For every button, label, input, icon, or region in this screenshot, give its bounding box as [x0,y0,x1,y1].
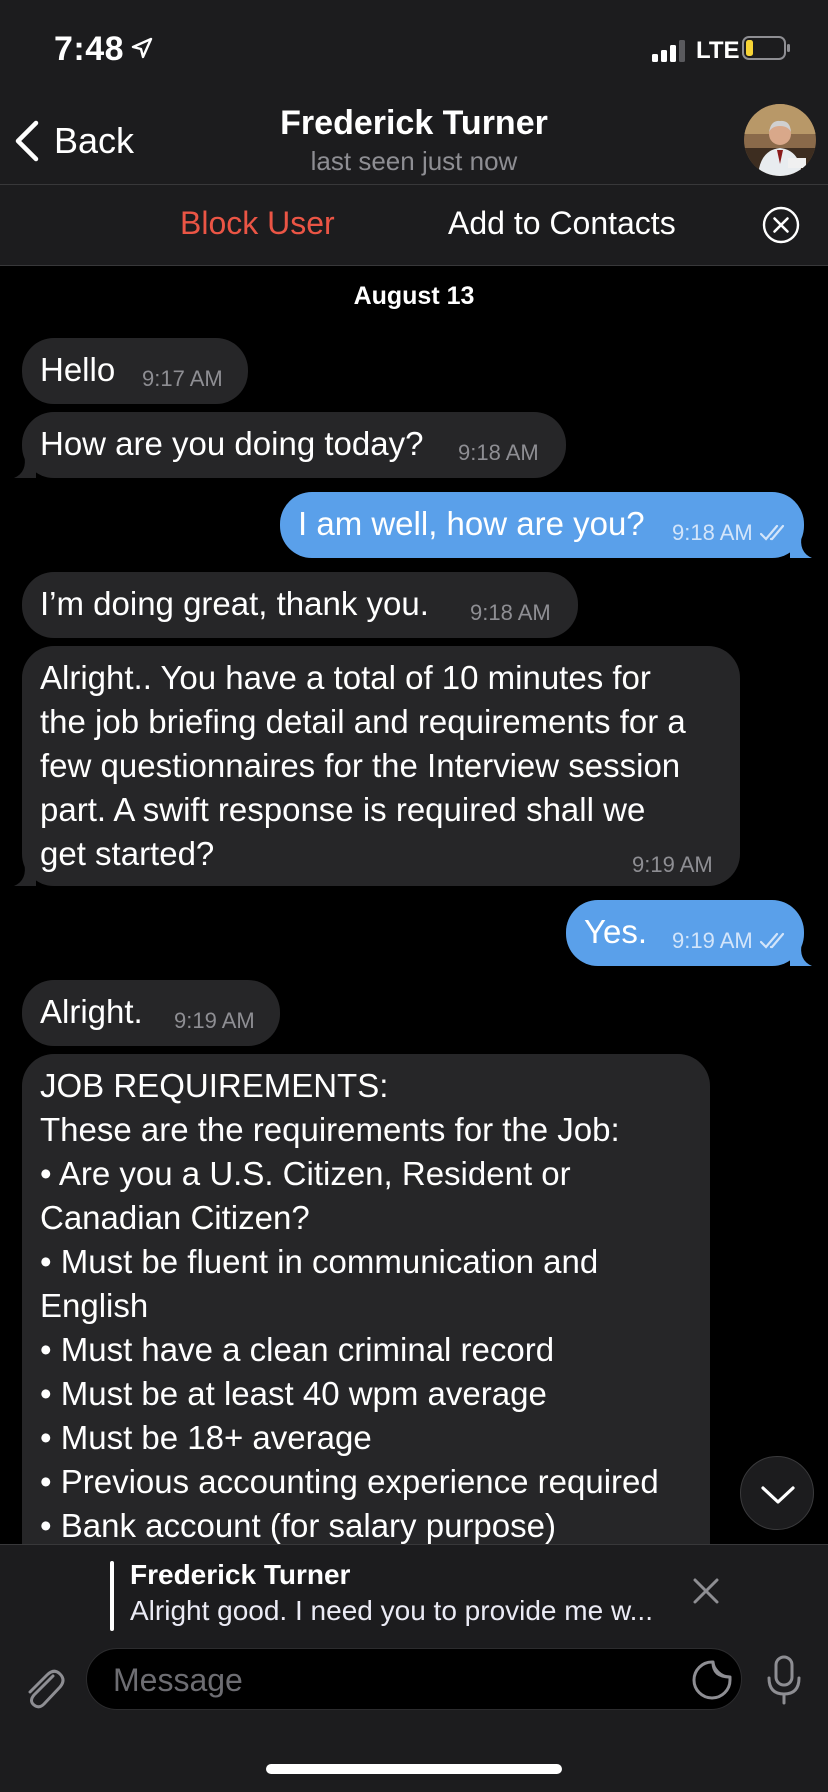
action-bar: Block User Add to Contacts [0,185,828,266]
bubble-tail [14,454,36,478]
message-text: I am well, how are you? [298,505,645,542]
reply-sender-name: Frederick Turner [130,1559,351,1590]
message-text: JOB REQUIREMENTS: These are the requirem… [40,1064,659,1548]
message-line: part. A swift response is required shall… [40,791,646,828]
message-bubble-incoming[interactable]: I’m doing great, thank you. 9:18 AM [22,572,578,638]
message-line: Alright.. You have a total of 10 minutes… [40,659,651,696]
message-line: English [40,1287,149,1324]
message-line: few questionnaires for the Interview ses… [40,747,681,784]
home-indicator[interactable] [266,1764,562,1774]
last-seen-status: last seen just now [310,146,518,176]
message-time: 9:18 AM [672,520,753,545]
reply-preview-panel: Frederick Turner Alright good. I need yo… [0,1544,828,1649]
status-time: 7:48 [54,30,125,68]
message-line: • Previous accounting experience require… [40,1463,659,1500]
status-bar: 7:48 LTE [0,0,828,96]
message-line: • Must be fluent in communication and [40,1243,599,1280]
reply-accent-line [110,1561,114,1631]
message-bubble-incoming[interactable]: Hello 9:17 AM [22,338,248,404]
message-text: I’m doing great, thank you. [40,585,429,622]
location-arrow-icon [131,37,153,59]
message-text: Alright.. You have a total of 10 minutes… [40,656,686,876]
message-line: • Are you a U.S. Citizen, Resident or [40,1155,571,1192]
message-line: • Must be 18+ average [40,1419,372,1456]
message-field[interactable] [86,1648,742,1710]
message-bubble-incoming[interactable]: How are you doing today? 9:18 AM [14,412,566,478]
message-time: 9:18 AM [470,600,551,625]
date-separator: August 13 [353,282,475,310]
paperclip-icon[interactable] [20,1662,66,1712]
close-icon[interactable] [690,1575,722,1607]
message-line: • Must have a clean criminal record [40,1331,555,1368]
close-circle-icon[interactable] [762,206,800,244]
avatar[interactable] [744,104,816,176]
read-checkmarks-icon [760,524,785,541]
add-to-contacts-button[interactable]: Add to Contacts [448,205,676,242]
message-bubble-outgoing[interactable]: I am well, how are you? 9:18 AM [280,492,812,558]
message-time: 9:17 AM [142,366,223,391]
message-time: 9:19 AM [632,852,713,877]
contact-name[interactable]: Frederick Turner [0,104,828,143]
message-bubble-outgoing[interactable]: Yes. 9:19 AM [566,900,812,966]
message-line: JOB REQUIREMENTS: [40,1067,389,1104]
block-user-button[interactable]: Block User [180,205,335,242]
message-time: 9:19 AM [672,928,753,953]
message-text: Yes. [584,913,648,950]
chevron-down-icon [761,1486,795,1504]
message-text: Alright. [40,993,143,1030]
bubble-tail [14,862,36,886]
message-line: These are the requirements for the Job: [40,1111,620,1148]
message-line: Canadian Citizen? [40,1199,310,1236]
battery-icon [742,36,790,60]
avatar-photo [744,104,816,176]
reply-snippet: Alright good. I need you to provide me w… [130,1595,653,1626]
message-line: • Must be at least 40 wpm average [40,1375,547,1412]
bubble-tail [790,534,812,558]
message-bubble-incoming[interactable]: JOB REQUIREMENTS: These are the requirem… [22,1054,710,1594]
message-line: get started? [40,835,215,872]
message-text: How are you doing today? [40,425,424,462]
read-checkmarks-icon [760,932,785,949]
message-line: • Bank account (for salary purpose) [40,1507,556,1544]
message-bubble-incoming[interactable]: Alright.. You have a total of 10 minutes… [14,646,740,886]
message-time: 9:18 AM [458,440,539,465]
message-line: the job briefing detail and requirements… [40,703,686,740]
message-input[interactable] [111,1659,675,1701]
scroll-to-bottom-button[interactable] [740,1456,814,1530]
microphone-icon[interactable] [764,1654,804,1706]
message-composer [0,1648,828,1792]
chat-header: Back Frederick Turner last seen just now [0,96,828,185]
message-time: 9:19 AM [174,1008,255,1033]
sticker-icon[interactable] [691,1659,733,1701]
signal-bars-icon [652,40,685,62]
bubble-tail [790,942,812,966]
message-text: Hello [40,351,116,388]
message-bubble-incoming[interactable]: Alright. 9:19 AM [22,980,280,1046]
network-type: LTE [696,37,740,64]
